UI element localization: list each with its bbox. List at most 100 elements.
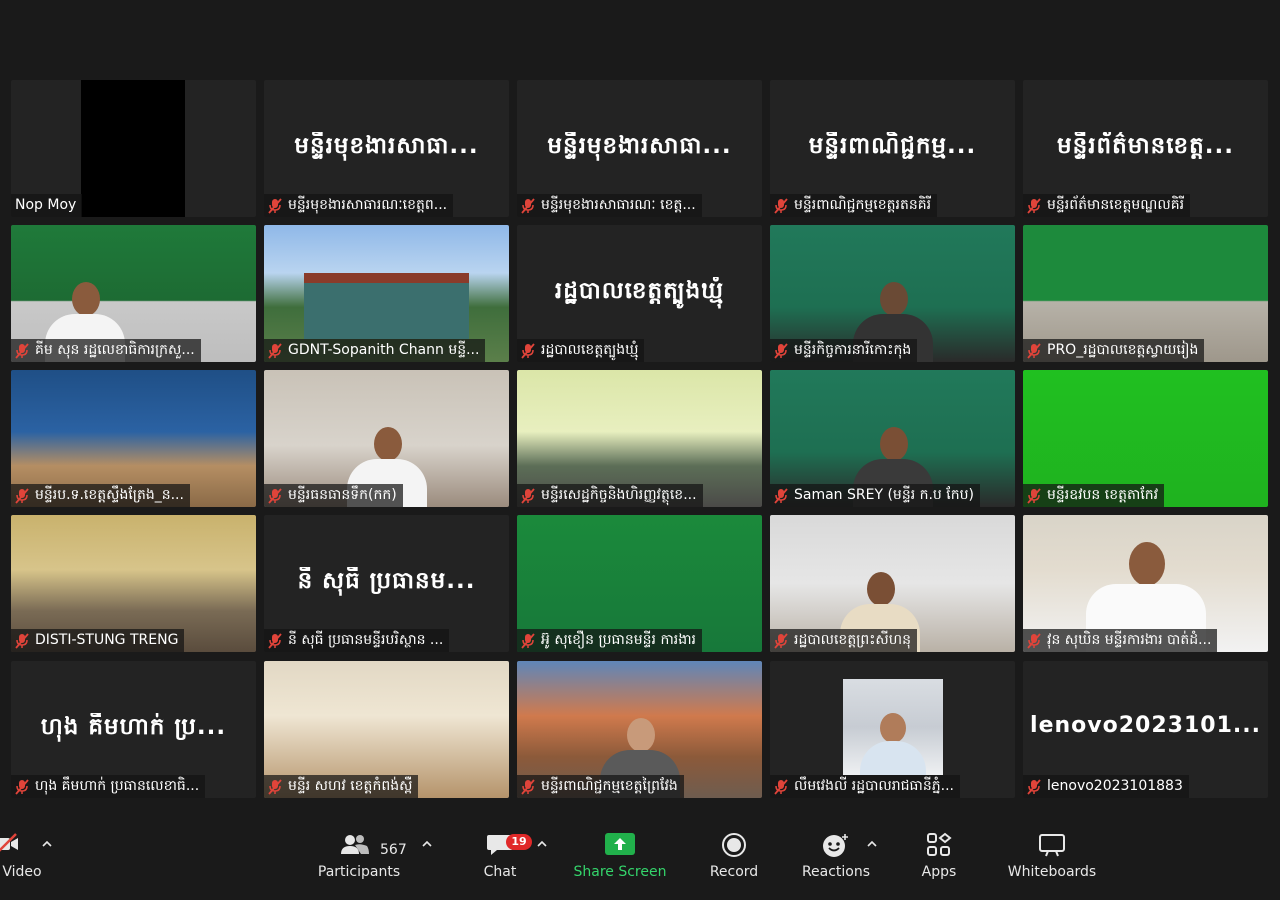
participant-tile[interactable]: GDNT-Sopanith Chann មន្ទី... [264,225,509,362]
mic-muted-icon [521,197,535,214]
participant-tile[interactable]: មន្ទីរសេដ្ឋកិច្ចនិងហិរញ្ញវត្ថុខេ... [517,370,762,507]
video-feed [81,80,185,217]
participant-name-label: មន្ទីរមុខងារសាធារណៈ ខេត្ត... [517,194,702,217]
participant-tile[interactable]: មន្ទីរពាណិជ្ជកម្មខេត្តព្រៃវែង [517,661,762,798]
participant-name-label: រដ្ឋបាលខេត្តត្បូងឃ្មុំ [517,339,645,362]
participant-name-label: lenovo2023101883 [1023,775,1189,798]
participants-label: Participants [317,864,401,880]
share-screen-icon [605,833,635,855]
participant-display-name: lenovo2023101... [1030,713,1261,738]
participant-tile[interactable]: វុន សុឃិន មន្ទីរការងារ បាត់ដំ... [1023,515,1268,652]
video-options-caret-icon[interactable] [41,838,53,850]
video-off-icon [0,833,18,852]
participant-name-label: មន្ទីរ សហវ ខេត្តកំពង់ស្ពឺ [264,775,419,798]
participant-name-label: លឹមវេងលី រដ្ឋបាលរាជធានីភ្នំ... [770,775,960,798]
participant-tile[interactable]: មន្ទីរ សហវ ខេត្តកំពង់ស្ពឺ [264,661,509,798]
reactions-icon [823,834,848,857]
participant-display-name: មន្ទីរពាណិជ្ជកម្ម... [808,133,977,159]
participant-display-name: មន្ទីរមុខងារសាធា... [547,133,732,159]
participant-tile[interactable]: PRO_រដ្ឋបាលខេត្តស្វាយរៀង [1023,225,1268,362]
participant-tile[interactable]: lenovo2023101... lenovo2023101883 [1023,661,1268,798]
mic-muted-icon [1027,342,1041,359]
participant-tile[interactable]: នី សុធី ប្រធានម... នី សុធី ប្រធានមន្ទីរប… [264,515,509,652]
participant-tile[interactable]: គីម សុន រដ្ឋលេខាធិការក្រសួ... [11,225,256,362]
mic-muted-icon [268,342,282,359]
mic-muted-icon [268,487,282,504]
participant-name-label: វុន សុឃិន មន្ទីរការងារ បាត់ដំ... [1023,629,1218,652]
mic-muted-icon [521,632,535,649]
mic-muted-icon [268,778,282,795]
mic-muted-icon [1027,197,1041,214]
participant-name-label: មន្ទីរប.ទ.ខេត្តស្ទឹងត្រែង_ន... [11,484,190,507]
reactions-button[interactable]: Reactions [800,832,872,896]
participant-tile[interactable]: មន្ទីរកិច្ចការនារីកោះកុង [770,225,1015,362]
participant-display-name: ហុង គឹមហាក់ ប្រ... [40,714,227,740]
apps-icon [927,832,952,856]
participant-tile[interactable]: មន្ទីរប.ទ.ខេត្តស្ទឹងត្រែង_ន... [11,370,256,507]
participant-tile[interactable]: រដ្ឋបាលខេត្តព្រះសីហនុ [770,515,1015,652]
mic-muted-icon [521,487,535,504]
record-button[interactable]: Record [704,832,764,896]
apps-label: Apps [921,864,957,880]
participant-name-label: មន្ទីរធនធានទឹក(កក) [264,484,403,507]
meeting-toolbar: Video Participants 567 Chat 19 Share Scr… [0,820,1280,900]
participant-tile[interactable]: Nop Moy [11,80,256,217]
participant-tile[interactable]: លឹមវេងលី រដ្ឋបាលរាជធានីភ្នំ... [770,661,1015,798]
participant-tile[interactable]: មន្ទីរធនធានទឹក(កក) [264,370,509,507]
participants-icon [341,835,369,854]
participant-name-label: នី សុធី ប្រធានមន្ទីរបរិស្ថាន ... [264,629,450,652]
mic-muted-icon [268,197,282,214]
participant-tile[interactable]: មន្ទីរពាណិជ្ជកម្ម... មន្ទីរពាណិជ្ជកម្មខេ… [770,80,1015,217]
participant-display-name: រដ្ឋបាលខេត្តត្បូងឃ្មុំ [554,278,725,304]
participant-tile[interactable]: មន្ទីរឧវបន ខេត្តតាកែវ [1023,370,1268,507]
record-label: Record [709,864,759,880]
apps-button[interactable]: Apps [914,832,964,896]
participant-tile[interactable]: មន្ទីរមុខងារសាធា... មន្ទីរមុខងារសាធារណៈខ… [264,80,509,217]
participant-name-label: មន្ទីរកិច្ចការនារីកោះកុង [770,339,918,362]
participant-tile[interactable]: អ៊ូ សុខឿន ប្រធានមន្ទីរ ការងារ [517,515,762,652]
video-button[interactable]: Video [0,832,44,896]
whiteboards-button[interactable]: Whiteboards [1004,832,1100,896]
participant-name-label: Nop Moy [11,194,83,217]
mic-muted-icon [1027,487,1041,504]
participant-tile[interactable]: មន្ទីរព័ត៌មានខេត្ត... មន្ទីរព័ត៌មានខេត្ត… [1023,80,1268,217]
mic-muted-icon [774,632,788,649]
participant-name-label: មន្ទីរព័ត៌មានខេត្តមណ្ឌលគិរី [1023,194,1191,217]
share-screen-label: Share Screen [573,864,667,880]
reactions-options-caret-icon[interactable] [866,838,878,850]
mic-muted-icon [15,778,29,795]
building-image [304,273,469,339]
participant-name-label: រដ្ឋបាលខេត្តព្រះសីហនុ [770,629,917,652]
participant-tile[interactable]: រដ្ឋបាលខេត្តត្បូងឃ្មុំ រដ្ឋបាលខេត្តត្បូង… [517,225,762,362]
share-screen-button[interactable]: Share Screen [572,832,668,896]
participant-tile[interactable]: Saman SREY (មន្ទីរ ក.ប កែប) [770,370,1015,507]
participant-name-label: ហុង គឹមហាក់ ប្រធានលេខាធិ... [11,775,206,798]
participant-name-label: មន្ទីរពាណិជ្ជកម្មខេត្តរតនគិរី [770,194,938,217]
mic-muted-icon [15,342,29,359]
chat-options-caret-icon[interactable] [536,838,548,850]
person-silhouette [858,713,928,775]
mic-muted-icon [1027,778,1041,795]
mic-muted-icon [774,487,788,504]
mic-muted-icon [774,197,788,214]
participant-name-label: មន្ទីរឧវបន ខេត្តតាកែវ [1023,484,1165,507]
participant-tile[interactable]: DISTI-STUNG TRENG [11,515,256,652]
chat-unread-badge: 19 [506,834,532,850]
participant-name-label: មន្ទីរពាណិជ្ជកម្មខេត្តព្រៃវែង [517,775,684,798]
mic-muted-icon [521,778,535,795]
participant-tile[interactable]: មន្ទីរមុខងារសាធា... មន្ទីរមុខងារសាធារណៈ … [517,80,762,217]
participant-display-name: មន្ទីរមុខងារសាធា... [294,133,479,159]
participant-display-name: មន្ទីរព័ត៌មានខេត្ត... [1057,133,1234,159]
mic-muted-icon [268,632,282,649]
participants-options-caret-icon[interactable] [421,838,433,850]
participant-display-name: នី សុធី ប្រធានម... [297,568,476,594]
whiteboard-icon [1039,834,1065,857]
reactions-label: Reactions [801,864,871,880]
participant-tile[interactable]: ហុង គឹមហាក់ ប្រ... ហុង គឹមហាក់ ប្រធានលេខ… [11,661,256,798]
participant-name-label: អ៊ូ សុខឿន ប្រធានមន្ទីរ ការងារ [517,629,702,652]
record-icon [722,833,746,857]
video-label: Video [2,864,42,880]
mic-muted-icon [15,632,29,649]
participant-name-label: GDNT-Sopanith Chann មន្ទី... [264,339,486,362]
gallery-grid: Nop Moy មន្ទីរមុខងារសាធា... មន្ទីរមុខងារ… [0,0,1280,820]
